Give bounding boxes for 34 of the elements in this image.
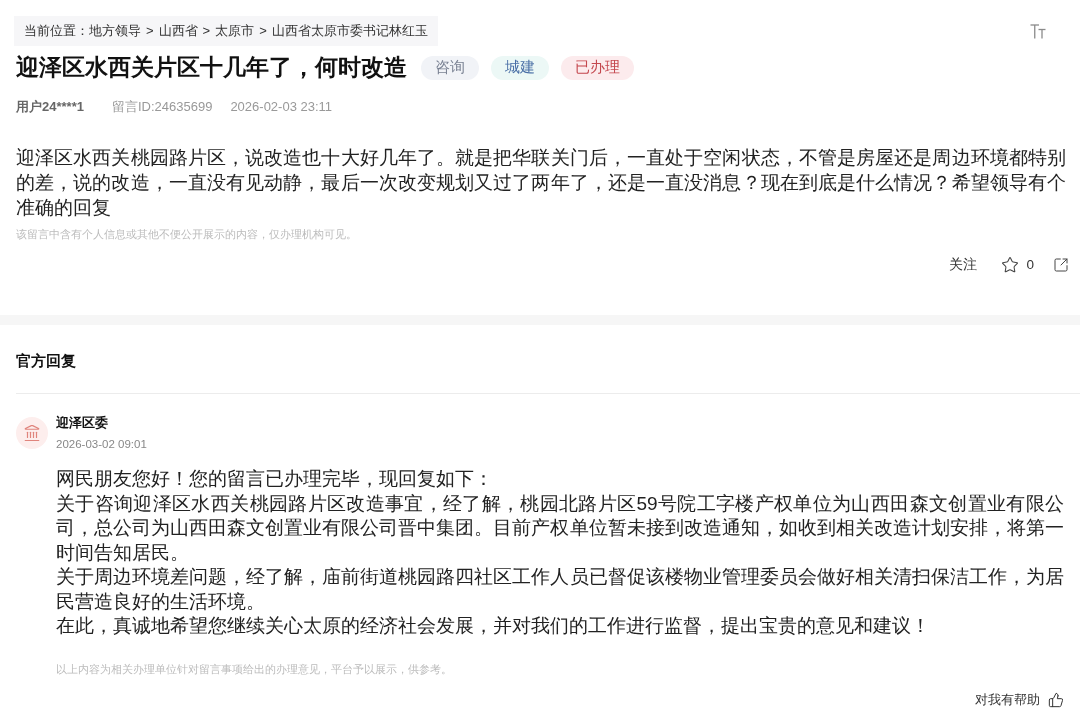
reply-paragraph: 网民朋友您好！您的留言已办理完毕，现回复如下：: [56, 467, 494, 491]
category-tag: 咨询: [421, 56, 479, 80]
reply-time: 2026-03-02 09:01: [56, 437, 147, 452]
text-size-icon: [1030, 24, 1046, 39]
category-tag: 已办理: [561, 56, 634, 80]
category-tag: 城建: [491, 56, 549, 80]
share-button[interactable]: [1053, 257, 1069, 273]
thumbs-up-icon: [1048, 691, 1064, 708]
breadcrumb-separator: >: [202, 22, 211, 41]
breadcrumb-link[interactable]: 地方领导: [89, 21, 141, 41]
reply-disclaimer: 以上内容为相关办理单位针对留言事项给出的办理意见，平台予以展示，供参考。: [56, 661, 453, 677]
user-name: 用户24****1: [16, 98, 84, 116]
message-title: 迎泽区水西关片区十几年了，何时改造: [16, 54, 407, 82]
share-icon: [1053, 257, 1069, 273]
pillared-building-icon: [16, 417, 48, 449]
star-icon: [1001, 256, 1020, 274]
breadcrumb-separator: >: [259, 22, 267, 41]
reply-paragraph: 关于咨询迎泽区水西关桃园路片区改造事宜，经了解，桃园北路片区59号院工字楼产权单位为山西田森文创置业有限公司，总公司为山西田森文创置业有限公司晋中集团。目前产权单位暂未接到改造通知，如收到相关改造计划安排，将第一时间告知居民。: [56, 491, 1064, 565]
star-button[interactable]: 0: [1001, 254, 1034, 276]
breadcrumb-link[interactable]: 山西省太原市委书记林红玉: [271, 21, 428, 41]
breadcrumb-link[interactable]: 太原市: [215, 21, 255, 41]
reply-paragraph: 在此，真诚地希望您继续关心太原的经济社会发展，并对我们的工作进行监督，提出宝贵的意见和建议！: [56, 614, 931, 638]
reply-paragraph: 关于周边环境差问题，经了解，庙前街道桃园路四社区工作人员已督促该楼物业管理委员会做好相关清扫保洁工作，为居民营造良好的生活环境。: [56, 565, 1064, 614]
font-size-button[interactable]: [1030, 24, 1046, 39]
reply-author: 迎泽区委: [56, 414, 109, 432]
message-id: 留言ID:24635699: [111, 98, 213, 116]
follow-button[interactable]: 关注: [949, 254, 978, 276]
message-body: 迎泽区水西关桃园路片区，说改造也十大好几年了。就是把华联关门后，一直处于空闲状态，不管是房屋还是周边环境都特别的差，说的改造，一直没有见动静，最后一次改变规划又过了两年了，还是一直没消息？现在到底是什么情况？希望领导有个准确的回复: [16, 146, 1066, 220]
breadcrumb-separator: >: [146, 22, 154, 41]
breadcrumb-link[interactable]: 山西省: [158, 21, 198, 41]
breadcrumb-label: 当前位置：: [24, 22, 89, 41]
section-heading: 官方回复: [16, 351, 77, 371]
message-time: 2026-02-03 23:11: [230, 98, 333, 116]
helpful-button[interactable]: 对我有帮助: [975, 689, 1064, 710]
